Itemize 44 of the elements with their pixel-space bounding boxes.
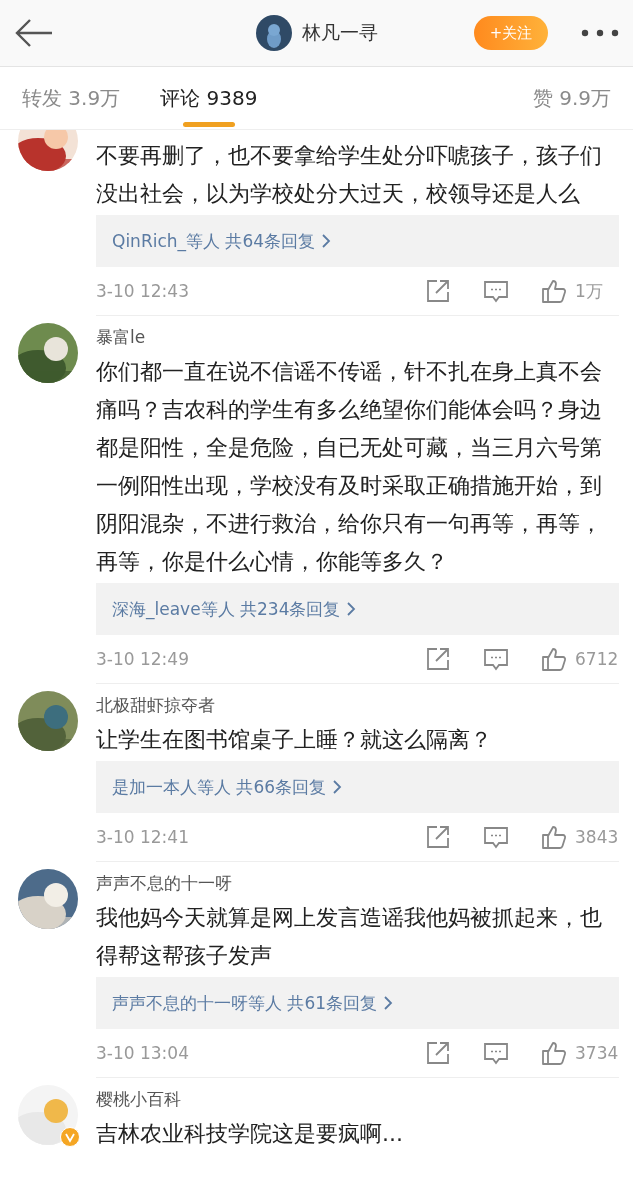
back-icon[interactable] (14, 18, 54, 48)
comment-time: 3-10 12:43 (96, 281, 190, 301)
follow-button[interactable]: +关注 (474, 16, 548, 50)
chevron-icon (321, 234, 332, 248)
comment-time: 3-10 13:04 (96, 1043, 190, 1063)
chevron-icon (332, 780, 343, 794)
more-icon[interactable] (581, 29, 619, 37)
share-icon[interactable] (425, 278, 451, 304)
like-icon[interactable] (541, 824, 567, 850)
like-count: 1万 (575, 279, 604, 303)
comment-text: 不要再删了，也不要拿给学生处分吓唬孩子，孩子们没出社会，以为学校处分大过天，校领导还是人么 (96, 142, 603, 208)
commenter-name[interactable]: 暴富le (96, 325, 619, 349)
tab[interactable]: 赞 9.9万 (532, 67, 611, 129)
commenter-name[interactable]: 声声不息的十一呀 (96, 871, 619, 895)
commenter-name[interactable]: 北极甜虾掠夺者 (96, 693, 619, 717)
like-icon[interactable] (541, 646, 567, 672)
like-count: 3843 (575, 827, 619, 847)
comment-icon[interactable] (483, 278, 509, 304)
replies-link[interactable]: 是加一本人等人 共66条回复 (96, 761, 619, 813)
chevron-icon (346, 602, 357, 616)
comment-text: 吉林农业科技学院这是要疯啊... (96, 1120, 404, 1148)
replies-link[interactable]: QinRich_等人 共64条回复 (96, 215, 619, 267)
comment-time: 3-10 12:49 (96, 649, 190, 669)
commenter-name[interactable]: 樱桃小百科 (96, 1087, 619, 1111)
share-icon[interactable] (425, 824, 451, 850)
tab[interactable]: 评论 9389 (160, 67, 258, 129)
tab[interactable]: 转发 3.9万 (22, 67, 121, 129)
comment-icon[interactable] (483, 1040, 509, 1066)
comment-text: 我他妈今天就算是网上发言造谣我他妈被抓起来，也得帮这帮孩子发声 (96, 904, 603, 970)
comment-icon[interactable] (483, 824, 509, 850)
comment-text: 你们都一直在说不信谣不传谣，针不扎在身上真不会痛吗？吉农科的学生有多么绝望你们能体会吗？身边都是阳性，全是危险，自已无处可藏，当三月六号第一例阳性出现，学校没有及时采取正确措施开始，到阴阳混杂，不进行救治，给你只有一句再等，再等，再等，你是什么心情，你能等多久？ (96, 358, 603, 576)
share-icon[interactable] (425, 1040, 451, 1066)
username: 林凡一寻 (302, 20, 378, 45)
like-icon[interactable] (541, 1040, 567, 1066)
comment-text: 让学生在图书馆桌子上睡？就这么隔离？ (96, 726, 493, 754)
chevron-icon (383, 996, 394, 1010)
comment-icon[interactable] (483, 646, 509, 672)
share-icon[interactable] (425, 646, 451, 672)
like-count: 6712 (575, 649, 619, 669)
comment-time: 3-10 12:41 (96, 827, 190, 847)
like-icon[interactable] (541, 278, 567, 304)
like-count: 3734 (575, 1043, 619, 1063)
replies-link[interactable]: 声声不息的十一呀等人 共61条回复 (96, 977, 619, 1029)
replies-link[interactable]: 深海_leave等人 共234条回复 (96, 583, 619, 635)
